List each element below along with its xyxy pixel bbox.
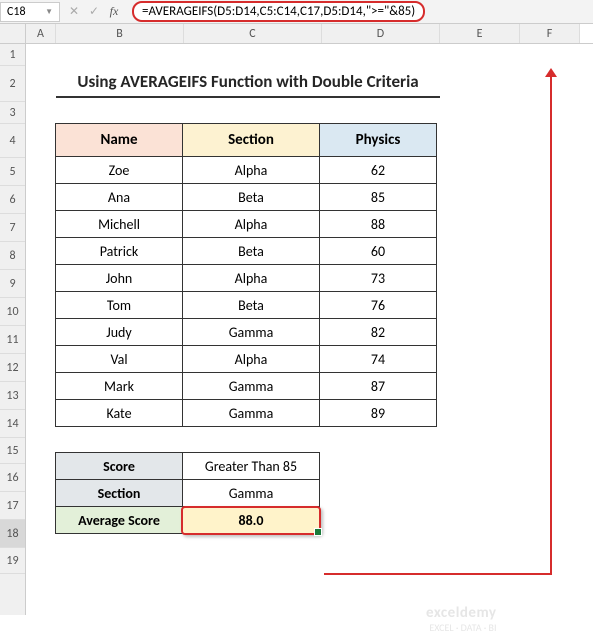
- row-header[interactable]: 13: [0, 382, 25, 410]
- row-header[interactable]: 5: [0, 158, 25, 186]
- cell-section[interactable]: Alpha: [182, 156, 320, 184]
- watermark-brand: exceldemy: [426, 604, 497, 622]
- score-label[interactable]: Score: [55, 452, 183, 480]
- row-header[interactable]: 16: [0, 464, 25, 492]
- average-value-cell[interactable]: 88.0: [182, 506, 320, 534]
- col-header-e[interactable]: E: [440, 24, 520, 43]
- average-value: 88.0: [238, 512, 263, 529]
- header-physics[interactable]: Physics: [319, 123, 437, 157]
- table-row: TomBeta76: [56, 292, 593, 319]
- table-row: AnaBeta85: [56, 184, 593, 211]
- cell-section[interactable]: Alpha: [182, 210, 320, 238]
- cell-name[interactable]: Ana: [55, 183, 183, 211]
- table-row: PatrickBeta60: [56, 238, 593, 265]
- row-header[interactable]: 9: [0, 270, 25, 298]
- sheet-title: Using AVERAGEIFS Function with Double Cr…: [56, 71, 440, 98]
- col-header-f[interactable]: F: [520, 24, 580, 43]
- cell-name[interactable]: John: [55, 264, 183, 292]
- annotation-arrow-vertical: [550, 73, 552, 574]
- worksheet-grid[interactable]: Using AVERAGEIFS Function with Double Cr…: [26, 44, 593, 615]
- cell-physics[interactable]: 62: [319, 156, 437, 184]
- cell-section[interactable]: Beta: [182, 183, 320, 211]
- watermark: exceldemy EXCEL · DATA · BI: [426, 604, 497, 634]
- cell-physics[interactable]: 73: [319, 264, 437, 292]
- cancel-icon[interactable]: ✕: [64, 4, 84, 19]
- row-header[interactable]: 8: [0, 242, 25, 270]
- cell-physics[interactable]: 82: [319, 318, 437, 346]
- cell-name[interactable]: Patrick: [55, 237, 183, 265]
- row-header[interactable]: 1: [0, 44, 25, 66]
- cell-name[interactable]: Kate: [55, 399, 183, 427]
- col-header-c[interactable]: C: [184, 24, 322, 43]
- table-row: JudyGamma82: [56, 319, 593, 346]
- table-row: JohnAlpha73: [56, 265, 593, 292]
- cell-physics[interactable]: 60: [319, 237, 437, 265]
- row-header[interactable]: 17: [0, 492, 25, 520]
- cell-name[interactable]: Judy: [55, 318, 183, 346]
- header-name[interactable]: Name: [55, 123, 183, 157]
- col-header-d[interactable]: D: [322, 24, 440, 43]
- data-table: Name Section Physics ZoeAlpha62AnaBeta85…: [56, 124, 593, 427]
- row-header[interactable]: 4: [0, 124, 25, 158]
- row-header[interactable]: 6: [0, 186, 25, 214]
- row-header[interactable]: 15: [0, 438, 25, 464]
- row-headers: 1 2 3 4 5 6 7 8 9 10 11 12 13 14 15 16 1…: [0, 44, 26, 615]
- cell-section[interactable]: Alpha: [182, 264, 320, 292]
- formula-input[interactable]: =AVERAGEIFS(D5:D14,C5:C14,C17,D5:D14,">=…: [132, 1, 425, 22]
- cell-physics[interactable]: 88: [319, 210, 437, 238]
- formula-bar: C18 ▼ ✕ ✓ fx =AVERAGEIFS(D5:D14,C5:C14,C…: [0, 0, 593, 24]
- criteria-table: Score Greater Than 85 Section Gamma Aver…: [56, 453, 593, 534]
- watermark-sub: EXCEL · DATA · BI: [426, 622, 497, 634]
- cell-physics[interactable]: 76: [319, 291, 437, 319]
- row-header[interactable]: 7: [0, 214, 25, 242]
- table-row: KateGamma89: [56, 400, 593, 427]
- row-header[interactable]: 18: [0, 520, 25, 548]
- section-value[interactable]: Gamma: [182, 479, 320, 507]
- cell-name[interactable]: Tom: [55, 291, 183, 319]
- cell-name[interactable]: Zoe: [55, 156, 183, 184]
- name-box[interactable]: C18 ▼: [0, 2, 60, 22]
- table-row: MarkGamma87: [56, 373, 593, 400]
- arrow-up-icon: [545, 68, 557, 77]
- cell-section[interactable]: Gamma: [182, 399, 320, 427]
- row-header[interactable]: 11: [0, 326, 25, 354]
- col-header-b[interactable]: B: [56, 24, 184, 43]
- column-headers: A B C D E F: [0, 24, 593, 44]
- row-header[interactable]: 19: [0, 548, 25, 574]
- cell-physics[interactable]: 89: [319, 399, 437, 427]
- cell-section[interactable]: Gamma: [182, 318, 320, 346]
- cell-physics[interactable]: 87: [319, 372, 437, 400]
- row-header[interactable]: 12: [0, 354, 25, 382]
- chevron-down-icon[interactable]: ▼: [45, 7, 53, 17]
- cell-physics[interactable]: 85: [319, 183, 437, 211]
- table-row: MichellAlpha88: [56, 211, 593, 238]
- fx-icon[interactable]: fx: [104, 4, 124, 19]
- cell-section[interactable]: Beta: [182, 237, 320, 265]
- cell-name[interactable]: Val: [55, 345, 183, 373]
- row-header[interactable]: 10: [0, 298, 25, 326]
- header-section[interactable]: Section: [182, 123, 320, 157]
- row-header[interactable]: 3: [0, 102, 25, 124]
- cell-physics[interactable]: 74: [319, 345, 437, 373]
- section-label[interactable]: Section: [55, 479, 183, 507]
- col-header-a[interactable]: A: [26, 24, 56, 43]
- cell-section[interactable]: Alpha: [182, 345, 320, 373]
- row-header[interactable]: 2: [0, 66, 25, 102]
- cell-name[interactable]: Mark: [55, 372, 183, 400]
- enter-icon[interactable]: ✓: [84, 4, 104, 19]
- cell-section[interactable]: Beta: [182, 291, 320, 319]
- cell-name[interactable]: Michell: [55, 210, 183, 238]
- average-label[interactable]: Average Score: [55, 506, 183, 534]
- select-all-corner[interactable]: [0, 24, 26, 43]
- table-row: ValAlpha74: [56, 346, 593, 373]
- annotation-arrow-horizontal: [324, 573, 552, 575]
- cell-section[interactable]: Gamma: [182, 372, 320, 400]
- table-row: ZoeAlpha62: [56, 157, 593, 184]
- row-header[interactable]: 14: [0, 410, 25, 438]
- formula-text: =AVERAGEIFS(D5:D14,C5:C14,C17,D5:D14,">=…: [142, 4, 415, 19]
- score-value[interactable]: Greater Than 85: [182, 452, 320, 480]
- name-box-value: C18: [7, 5, 26, 19]
